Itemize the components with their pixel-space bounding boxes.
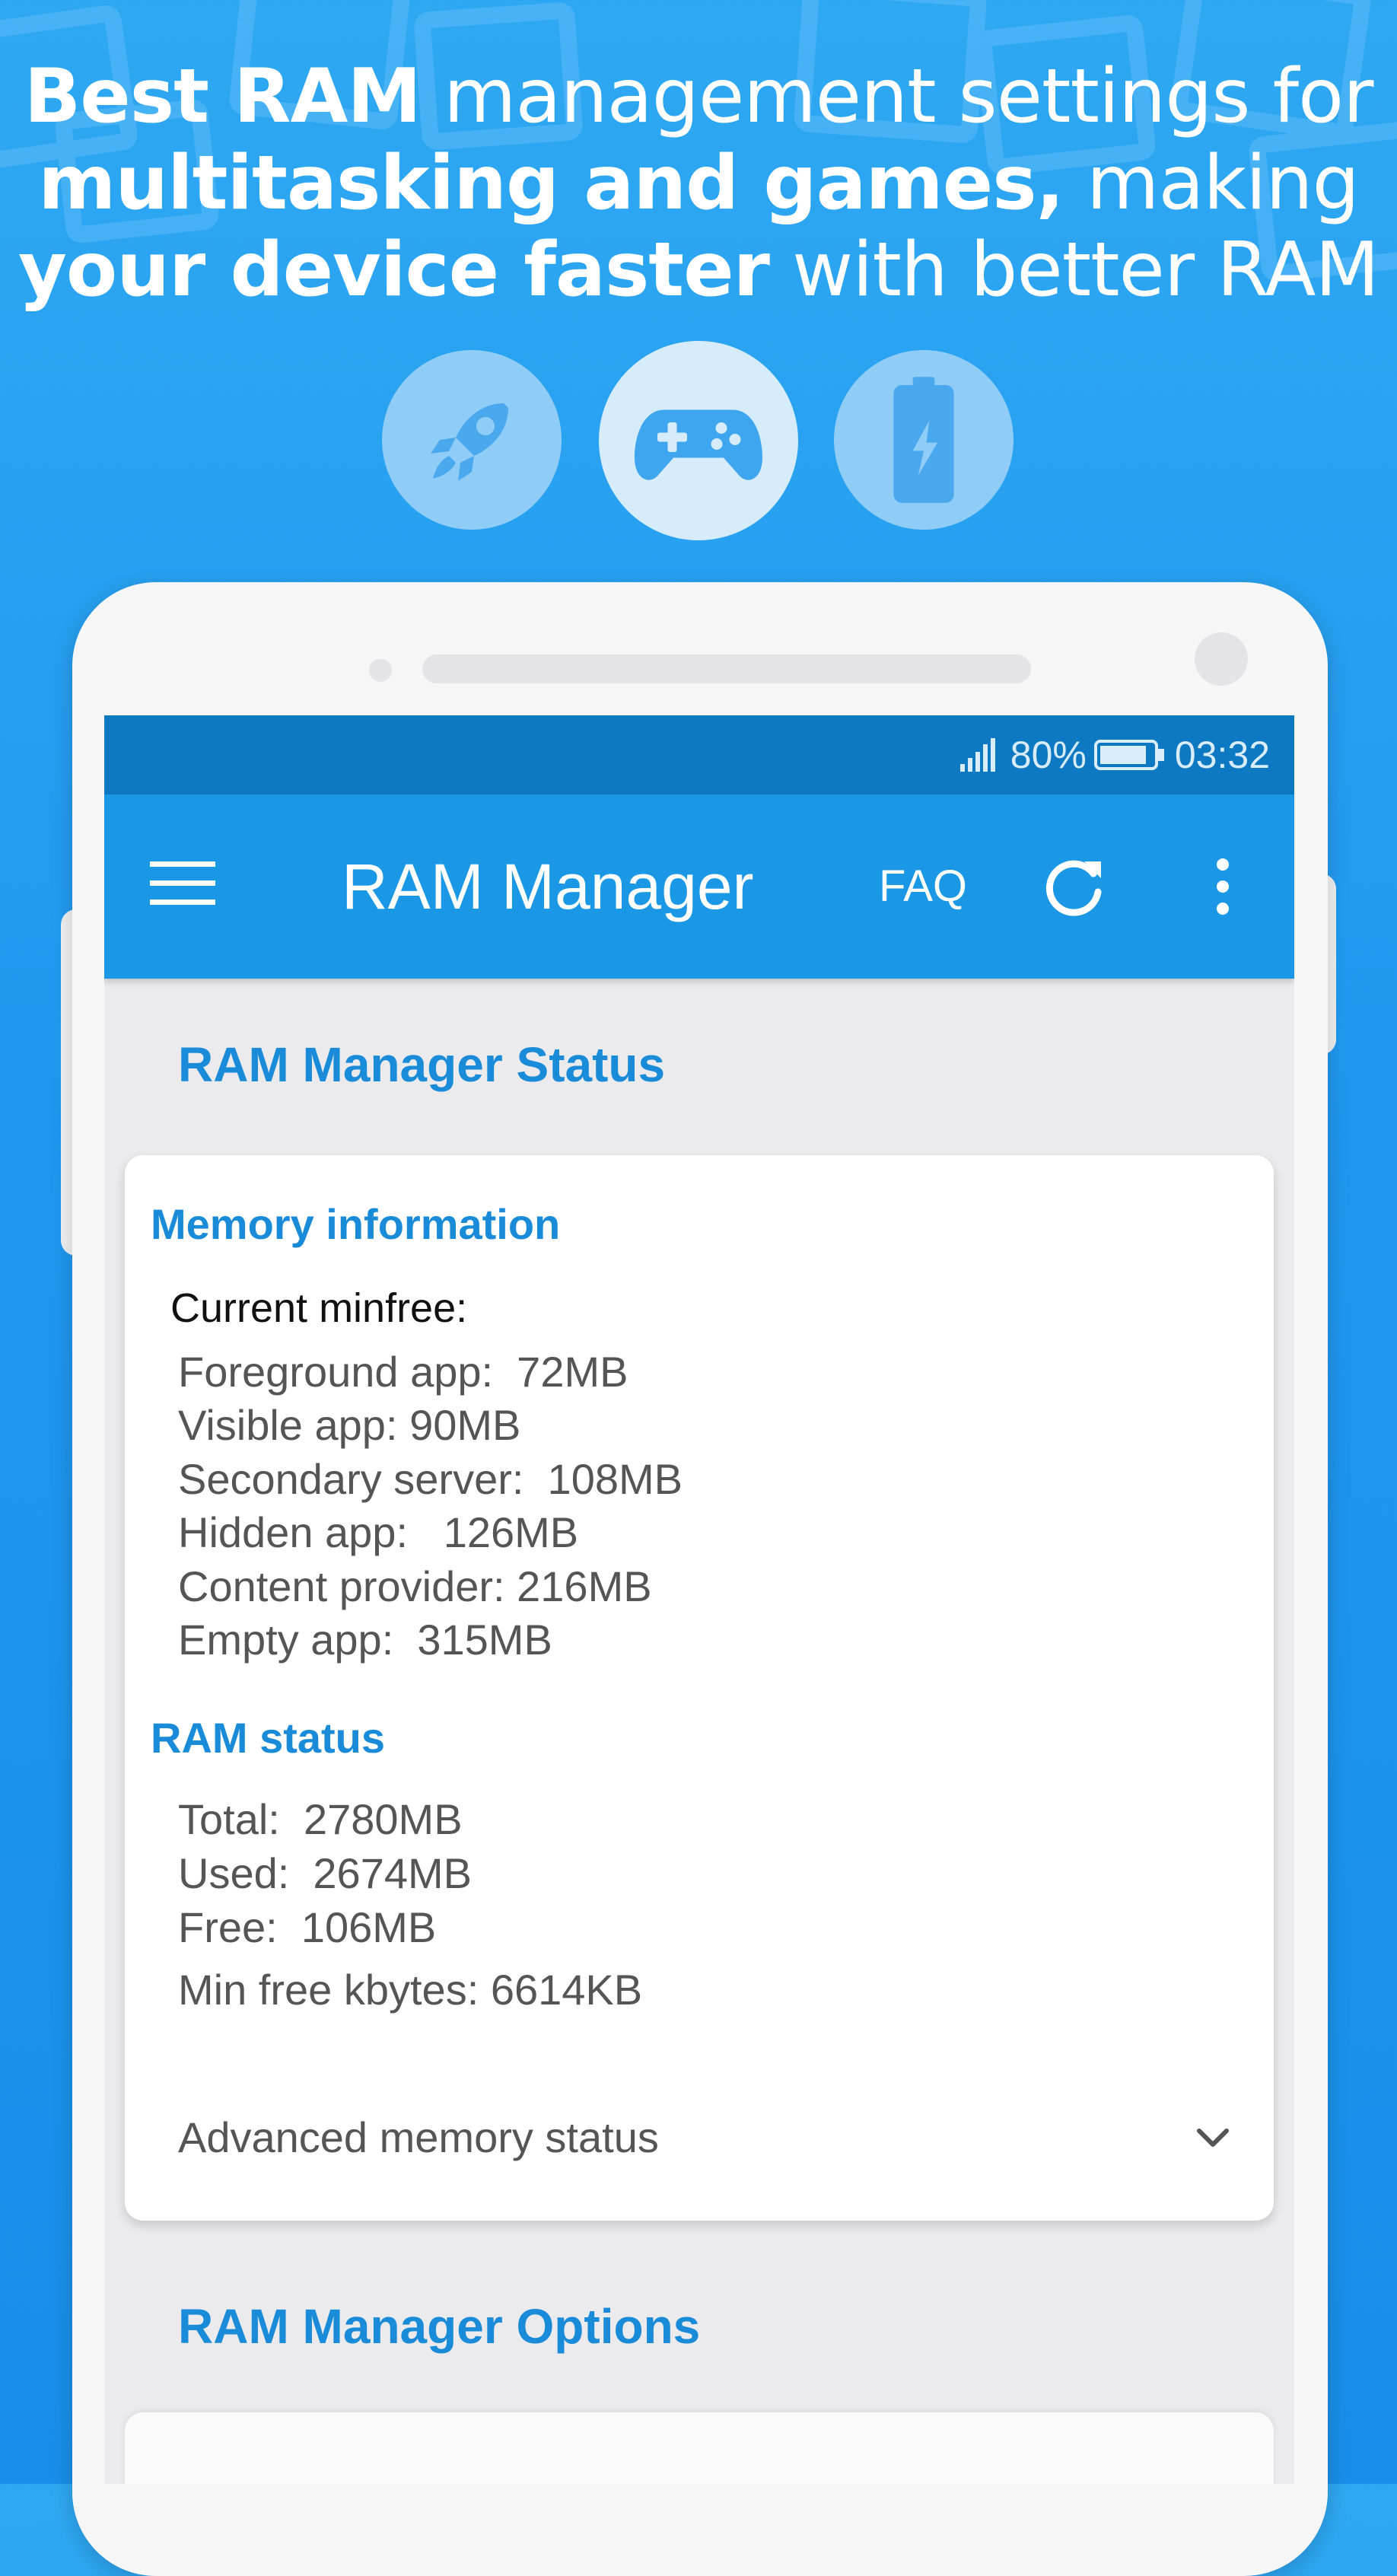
headline-bold-1: Best RAM xyxy=(24,53,422,140)
battery-status-icon xyxy=(1093,738,1167,772)
status-bar: 80% 03:32 xyxy=(104,715,1294,794)
faq-button[interactable]: FAQ xyxy=(879,794,967,979)
gamepad-icon xyxy=(599,341,798,540)
ram-status-line: Total: 2780MB xyxy=(178,1795,463,1843)
app-bar: RAM Manager FAQ xyxy=(104,794,1294,979)
phone-camera xyxy=(1195,632,1248,686)
minfree-line: Empty app: 315MB xyxy=(178,1616,552,1664)
app-screen: 80% 03:32 RAM Manager FAQ RAM Manager St… xyxy=(104,715,1294,2484)
options-card xyxy=(125,2412,1274,2484)
ram-status-line: Used: 2674MB xyxy=(178,1849,472,1897)
clock: 03:32 xyxy=(1174,734,1270,776)
phone-speaker xyxy=(422,654,1031,683)
minfree-line: Content provider: 216MB xyxy=(178,1562,652,1610)
minfree-line: Secondary server: 108MB xyxy=(178,1455,683,1503)
refresh-icon[interactable] xyxy=(1040,852,1116,921)
more-options-icon[interactable] xyxy=(1208,852,1253,921)
advanced-memory-status-toggle[interactable]: Advanced memory status xyxy=(125,2084,1274,2190)
chevron-down-icon xyxy=(1190,2114,1236,2160)
headline-text-3: with better RAM xyxy=(769,227,1379,314)
advanced-memory-status-label: Advanced memory status xyxy=(178,2113,659,2161)
battery-icon xyxy=(834,350,1014,530)
rocket-icon xyxy=(382,350,562,530)
minfree-line: Visible app: 90MB xyxy=(178,1401,521,1449)
headline-bold-2: multitasking and games, xyxy=(38,140,1064,227)
ram-status-line: Min free kbytes: 6614KB xyxy=(178,1966,643,2014)
battery-percent: 80% xyxy=(1010,734,1087,776)
status-section-title: RAM Manager Status xyxy=(178,1037,666,1092)
headline-bold-3: your device faster xyxy=(18,227,770,314)
menu-icon[interactable] xyxy=(150,857,226,918)
app-title: RAM Manager xyxy=(342,851,754,922)
status-card: Memory information Current minfree: Fore… xyxy=(125,1155,1274,2221)
memory-info-heading: Memory information xyxy=(151,1200,561,1248)
promo-headline: Best RAM management settings for multita… xyxy=(0,53,1397,314)
options-section-title: RAM Manager Options xyxy=(178,2299,701,2354)
ram-status-line: Free: 106MB xyxy=(178,1903,437,1951)
ram-status-heading: RAM status xyxy=(151,1714,386,1762)
headline-text-2: making xyxy=(1063,140,1360,227)
signal-icon xyxy=(957,737,1003,773)
headline-text-1: management settings for xyxy=(420,53,1373,140)
phone-sensor xyxy=(369,659,392,682)
current-minfree-label: Current minfree: xyxy=(170,1285,468,1331)
minfree-line: Foreground app: 72MB xyxy=(178,1348,628,1396)
minfree-line: Hidden app: 126MB xyxy=(178,1508,579,1556)
